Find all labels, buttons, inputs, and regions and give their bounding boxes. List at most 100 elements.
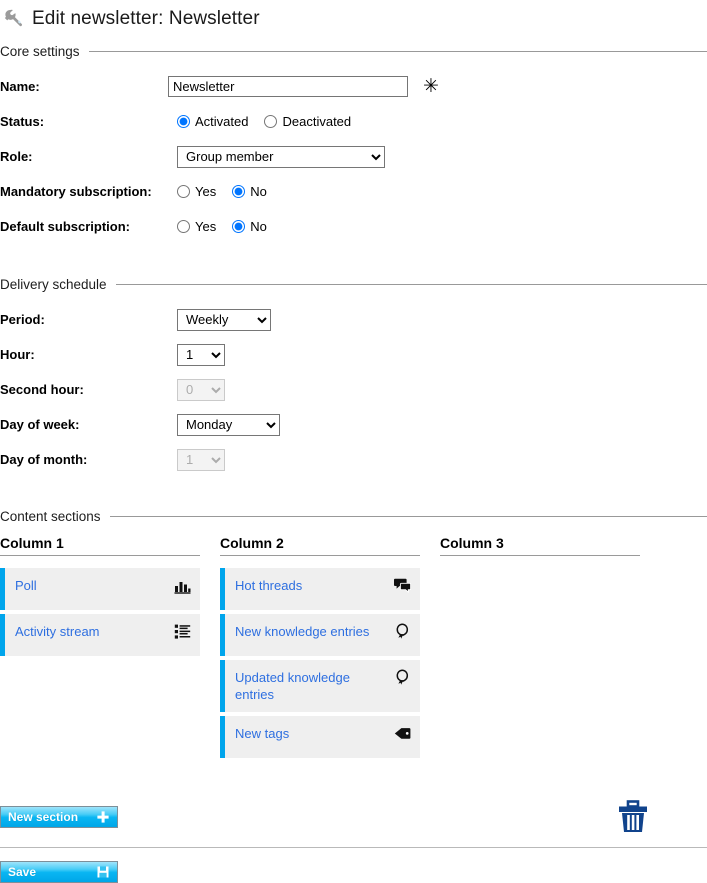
name-input[interactable] xyxy=(168,76,408,97)
period-label: Period: xyxy=(0,312,45,327)
field-row-role: Role: Group member xyxy=(0,139,707,174)
core-settings-section: Core settings Name: ✳ Status: Activated xyxy=(0,34,707,244)
mandatory-subscription-radio-group: Yes No xyxy=(177,184,267,199)
tag-icon xyxy=(394,725,411,742)
content-section-item[interactable]: Activity stream xyxy=(0,614,200,656)
mandatory-subscription-label: Mandatory subscription: xyxy=(0,184,152,199)
delete-newsletter-button[interactable] xyxy=(617,800,649,834)
status-option-activated[interactable]: Activated xyxy=(177,114,248,129)
new-section-button[interactable]: New section xyxy=(0,806,118,828)
content-column-title: Column 1 xyxy=(0,535,200,556)
default-radio-no[interactable] xyxy=(232,220,246,233)
content-section-item-label[interactable]: Updated knowledge entries xyxy=(235,669,394,703)
second-hour-label: Second hour: xyxy=(0,382,84,397)
status-radio-activated[interactable] xyxy=(177,115,190,128)
content-section-item[interactable]: Updated knowledge entries xyxy=(220,660,420,712)
default-subscription-radio-group: Yes No xyxy=(177,219,267,234)
day-of-month-select: 1 xyxy=(177,448,225,471)
default-label-no[interactable]: No xyxy=(250,219,267,234)
name-label: Name: xyxy=(0,79,40,94)
status-radio-deactivated[interactable] xyxy=(264,115,278,128)
content-column-title: Column 3 xyxy=(440,535,640,556)
required-asterisk-icon: ✳ xyxy=(423,75,439,97)
core-settings-legend: Core settings xyxy=(0,42,707,60)
day-of-month-label: Day of month: xyxy=(0,452,88,467)
content-sections-legend-text: Content sections xyxy=(0,508,101,524)
content-section-item[interactable]: Poll xyxy=(0,568,200,610)
default-label-yes[interactable]: Yes xyxy=(195,219,216,234)
content-section-item[interactable]: Hot threads xyxy=(220,568,420,610)
bar-chart-icon xyxy=(174,577,191,594)
save-button[interactable]: Save xyxy=(0,861,118,883)
content-section-item-label[interactable]: New knowledge entries xyxy=(235,623,394,640)
page-header: Edit newsletter: Newsletter xyxy=(0,0,707,34)
new-section-button-label: New section xyxy=(8,810,79,824)
core-settings-fields: Name: ✳ Status: Activated Deactivated xyxy=(0,60,707,244)
content-section-item-label[interactable]: Poll xyxy=(15,577,174,594)
content-sections-legend: Content sections xyxy=(0,507,707,525)
delivery-schedule-fields: Period: Weekly Hour: 1 Second hour: 0 Da… xyxy=(0,293,707,477)
hour-label: Hour: xyxy=(0,347,35,362)
list-icon xyxy=(174,623,191,640)
content-column: Column 2 Hot threads New knowledge entries… xyxy=(220,535,420,762)
status-option-deactivated[interactable]: Deactivated xyxy=(264,114,351,129)
default-option-no[interactable]: No xyxy=(232,219,267,234)
field-row-day-of-week: Day of week: Monday xyxy=(0,407,707,442)
save-button-label: Save xyxy=(8,865,37,879)
mandatory-option-no[interactable]: No xyxy=(232,184,267,199)
field-row-mandatory-subscription: Mandatory subscription: Yes No xyxy=(0,174,707,209)
content-section-item-label[interactable]: Activity stream xyxy=(15,623,174,640)
field-row-period: Period: Weekly xyxy=(0,302,707,337)
mandatory-radio-no[interactable] xyxy=(232,185,246,198)
day-of-week-label: Day of week: xyxy=(0,417,80,432)
field-row-status: Status: Activated Deactivated xyxy=(0,104,707,139)
floppy-disk-icon xyxy=(96,865,110,879)
plus-icon xyxy=(96,810,110,824)
lightbulb-icon xyxy=(394,669,411,686)
mandatory-label-yes[interactable]: Yes xyxy=(195,184,216,199)
mandatory-radio-yes[interactable] xyxy=(177,185,190,198)
role-label: Role: xyxy=(0,149,33,164)
content-section-item[interactable]: New knowledge entries xyxy=(220,614,420,656)
delivery-schedule-legend-text: Delivery schedule xyxy=(0,276,107,292)
footer: New section Save xyxy=(0,800,707,883)
field-row-name: Name: ✳ xyxy=(0,69,707,104)
core-settings-legend-text: Core settings xyxy=(0,43,80,59)
legend-rule xyxy=(88,50,707,52)
content-section-item[interactable]: New tags xyxy=(220,716,420,758)
content-column-title: Column 2 xyxy=(220,535,420,556)
field-row-hour: Hour: 1 xyxy=(0,337,707,372)
wrench-icon xyxy=(3,8,25,30)
content-sections-section: Content sections Column 1 Poll Activity st… xyxy=(0,477,707,762)
field-row-default-subscription: Default subscription: Yes No xyxy=(0,209,707,244)
trash-icon xyxy=(617,800,649,837)
status-label: Status: xyxy=(0,114,45,129)
default-radio-yes[interactable] xyxy=(177,220,190,233)
field-row-second-hour: Second hour: 0 xyxy=(0,372,707,407)
page-title: Edit newsletter: Newsletter xyxy=(32,8,260,29)
save-row: Save xyxy=(0,848,707,883)
default-subscription-label: Default subscription: xyxy=(0,219,131,234)
content-column: Column 3 xyxy=(440,535,640,762)
content-column: Column 1 Poll Activity stream xyxy=(0,535,200,762)
second-hour-select: 0 xyxy=(177,378,225,401)
content-section-item-label[interactable]: Hot threads xyxy=(235,577,394,594)
content-columns: Column 1 Poll Activity stream Column 2 Hot t… xyxy=(0,525,707,762)
status-label-activated[interactable]: Activated xyxy=(195,114,248,129)
mandatory-label-no[interactable]: No xyxy=(250,184,267,199)
status-label-deactivated[interactable]: Deactivated xyxy=(282,114,351,129)
lightbulb-icon xyxy=(394,623,411,640)
field-row-day-of-month: Day of month: 1 xyxy=(0,442,707,477)
delivery-schedule-section: Delivery schedule Period: Weekly Hour: 1… xyxy=(0,244,707,477)
role-select[interactable]: Group member xyxy=(177,145,385,168)
period-select[interactable]: Weekly xyxy=(177,308,271,331)
hour-select[interactable]: 1 xyxy=(177,343,225,366)
content-section-item-label[interactable]: New tags xyxy=(235,725,394,742)
footer-actions-row: New section xyxy=(0,800,707,834)
legend-rule xyxy=(115,283,707,285)
day-of-week-select[interactable]: Monday xyxy=(177,413,280,436)
mandatory-option-yes[interactable]: Yes xyxy=(177,184,216,199)
speech-bubbles-icon xyxy=(394,577,411,594)
default-option-yes[interactable]: Yes xyxy=(177,219,216,234)
legend-rule xyxy=(109,515,707,517)
